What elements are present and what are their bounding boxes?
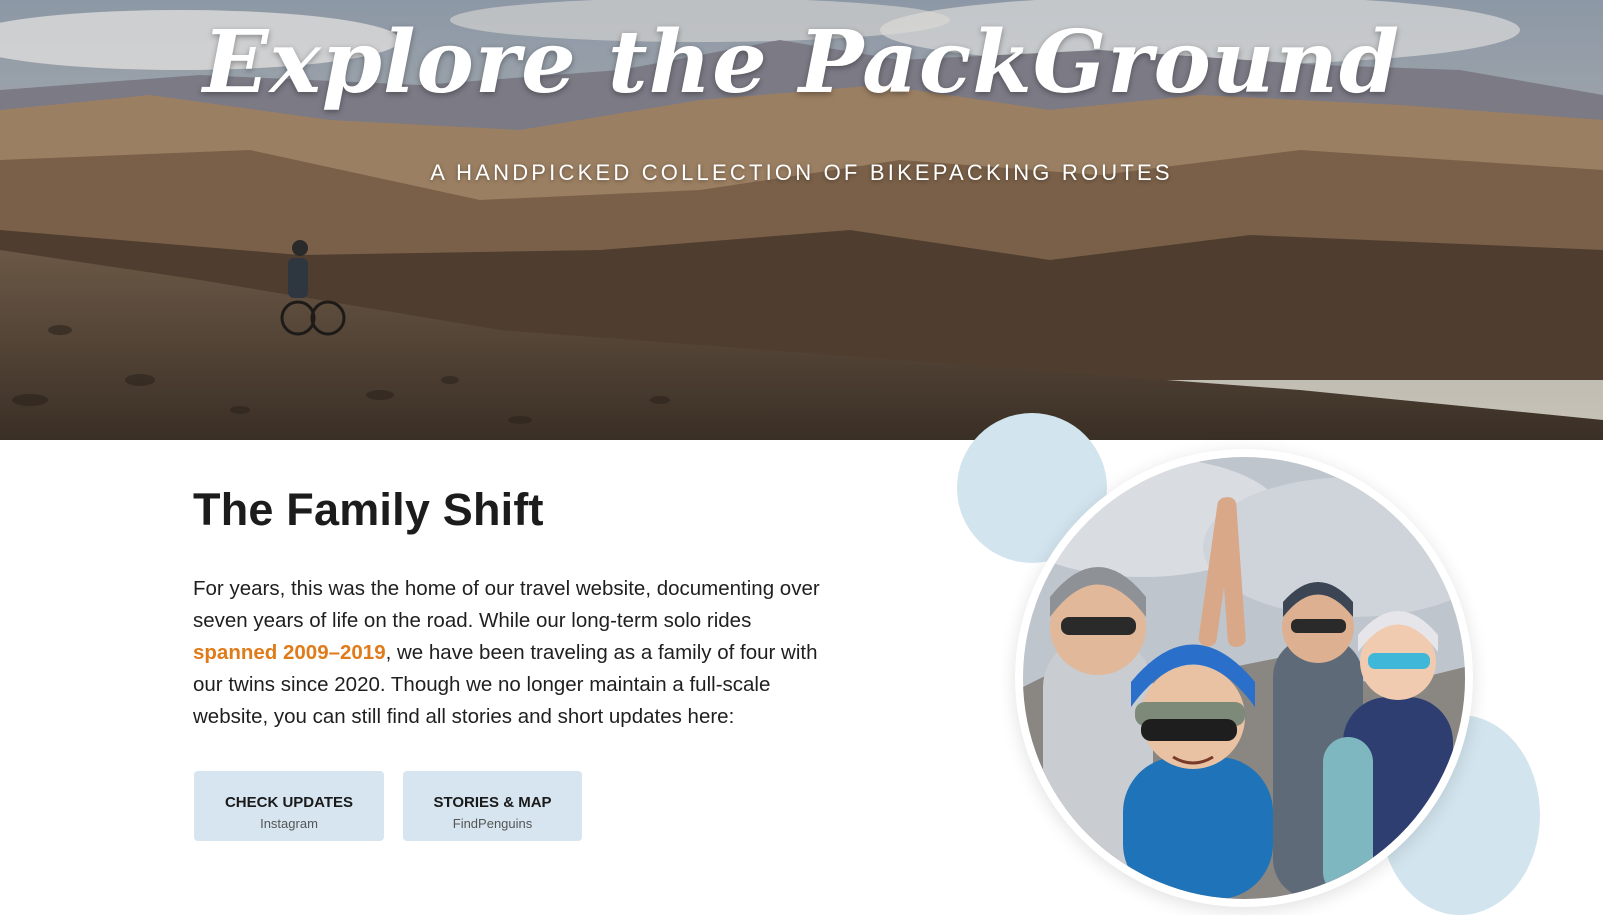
check-updates-button[interactable]: CHECK UPDATES Instagram xyxy=(194,771,384,841)
family-photo-image xyxy=(1023,457,1465,899)
intro-highlight-link[interactable]: spanned 2009–2019 xyxy=(193,641,386,664)
section-title: The Family Shift xyxy=(193,484,544,535)
check-updates-label: CHECK UPDATES xyxy=(224,794,354,811)
stories-map-button[interactable]: STORIES & MAP FindPenguins xyxy=(403,771,582,841)
intro-text-before: For years, this was the home of our trav… xyxy=(193,577,820,632)
hero-banner: Explore the PackGround A HANDPICKED COLL… xyxy=(0,0,1603,440)
intro-paragraph: For years, this was the home of our trav… xyxy=(193,573,833,733)
check-updates-sub: Instagram xyxy=(260,816,318,831)
stories-map-sub: FindPenguins xyxy=(452,816,533,831)
family-photo xyxy=(1015,449,1473,907)
hero-title: Explore the PackGround xyxy=(202,12,1401,113)
stories-map-label: STORIES & MAP xyxy=(433,794,552,811)
hero-subtitle: A HANDPICKED COLLECTION OF BIKEPACKING R… xyxy=(430,160,1173,185)
